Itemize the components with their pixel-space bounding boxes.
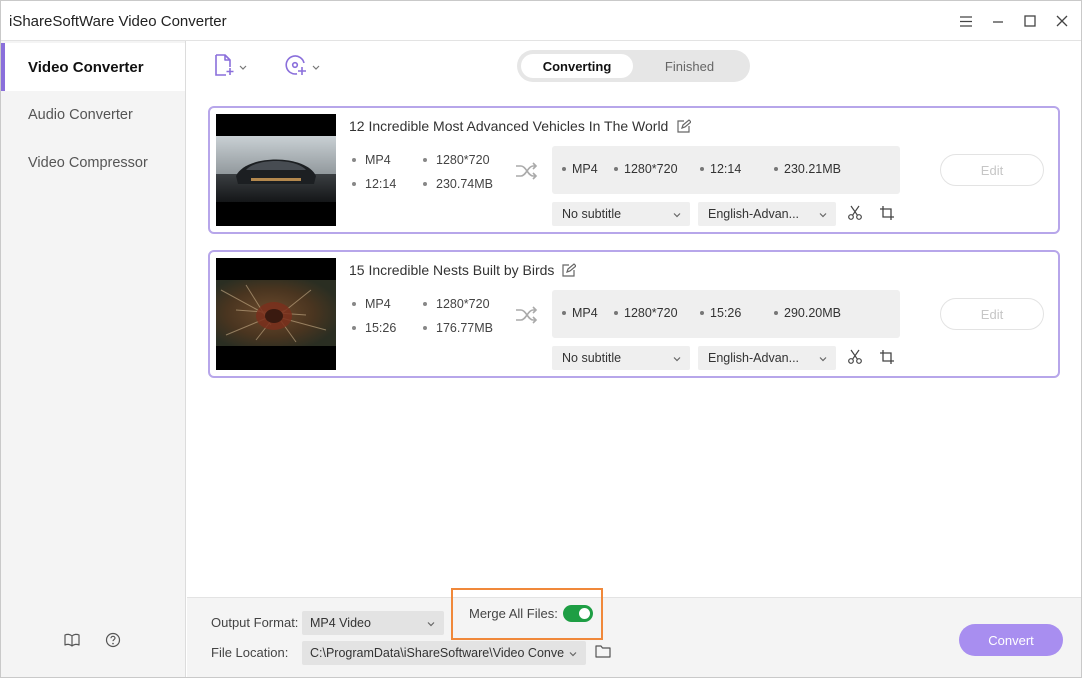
output-settings[interactable]: MP4 1280*720 15:26 290.20MB xyxy=(552,290,900,338)
add-file-icon xyxy=(213,53,235,80)
app-title: iShareSoftWare Video Converter xyxy=(9,13,227,30)
target-size: 290.20MB xyxy=(774,306,841,320)
target-duration: 15:26 xyxy=(700,306,741,320)
trim-icon[interactable] xyxy=(847,349,865,367)
shuffle-icon xyxy=(515,305,539,325)
title-bar: iShareSoftWare Video Converter xyxy=(1,1,1081,41)
video-thumbnail xyxy=(216,114,336,226)
trim-icon[interactable] xyxy=(847,205,865,223)
audio-track-select[interactable]: English-Advan... xyxy=(698,346,836,370)
target-resolution: 1280*720 xyxy=(614,162,678,176)
chevron-down-icon xyxy=(426,618,436,628)
file-item[interactable]: 12 Incredible Most Advanced Vehicles In … xyxy=(208,106,1060,234)
source-format: MP4 xyxy=(352,297,391,311)
rename-icon[interactable] xyxy=(676,119,692,135)
source-resolution: 1280*720 xyxy=(423,153,490,167)
edit-button[interactable]: Edit xyxy=(940,298,1044,330)
sidebar-item-audio-converter[interactable]: Audio Converter xyxy=(1,91,185,139)
chevron-down-icon xyxy=(818,209,828,219)
file-location-value: C:\ProgramData\iShareSoftware\Video Conv… xyxy=(310,646,565,660)
app-window: iShareSoftWare Video Converter Video Con… xyxy=(0,0,1082,678)
folder-icon[interactable] xyxy=(595,644,613,660)
source-format: MP4 xyxy=(352,153,391,167)
output-format-value: MP4 Video xyxy=(310,616,371,630)
rename-icon[interactable] xyxy=(561,263,577,279)
add-file-button[interactable] xyxy=(213,53,247,79)
add-disc-icon xyxy=(284,53,308,80)
main-panel: Converting Finished 12 Incredible Most A… xyxy=(187,41,1081,597)
merge-label: Merge All Files: xyxy=(469,606,558,621)
tab-converting[interactable]: Converting xyxy=(521,54,633,78)
minimize-icon[interactable] xyxy=(988,11,1008,31)
sidebar-item-video-compressor[interactable]: Video Compressor xyxy=(1,139,185,187)
add-disc-button[interactable] xyxy=(284,53,320,79)
video-thumbnail xyxy=(216,258,336,370)
source-size: 176.77MB xyxy=(423,321,493,335)
tab-finished[interactable]: Finished xyxy=(633,54,746,78)
subtitle-select[interactable]: No subtitle xyxy=(552,202,690,226)
target-format: MP4 xyxy=(562,306,598,320)
tab-switcher: Converting Finished xyxy=(517,50,750,82)
crop-icon[interactable] xyxy=(879,349,897,367)
footer-bar: Output Format: MP4 Video Merge All Files… xyxy=(187,588,1081,677)
chevron-down-icon xyxy=(672,353,682,363)
chevron-down-icon xyxy=(672,209,682,219)
book-icon[interactable] xyxy=(63,631,81,649)
file-title: 15 Incredible Nests Built by Birds xyxy=(349,262,555,278)
output-format-label: Output Format: xyxy=(211,615,299,630)
sidebar: Video Converter Audio Converter Video Co… xyxy=(1,41,186,677)
audio-track-value: English-Advan... xyxy=(708,207,800,221)
source-duration: 12:14 xyxy=(352,177,396,191)
convert-button[interactable]: Convert xyxy=(959,624,1063,656)
chevron-down-icon xyxy=(239,59,247,74)
help-icon[interactable] xyxy=(104,631,122,649)
target-resolution: 1280*720 xyxy=(614,306,678,320)
output-settings[interactable]: MP4 1280*720 12:14 230.21MB xyxy=(552,146,900,194)
subtitle-value: No subtitle xyxy=(562,207,622,221)
chevron-down-icon xyxy=(568,648,578,658)
output-format-select[interactable]: MP4 Video xyxy=(302,611,444,635)
file-location-label: File Location: xyxy=(211,645,289,660)
chevron-down-icon xyxy=(818,353,828,363)
audio-track-value: English-Advan... xyxy=(708,351,800,365)
shuffle-icon xyxy=(515,161,539,181)
merge-highlight: Merge All Files: xyxy=(451,588,603,640)
crop-icon[interactable] xyxy=(879,205,897,223)
sidebar-item-label: Audio Converter xyxy=(28,107,133,123)
file-location-select[interactable]: C:\ProgramData\iShareSoftware\Video Conv… xyxy=(302,641,586,665)
maximize-icon[interactable] xyxy=(1020,11,1040,31)
source-duration: 15:26 xyxy=(352,321,396,335)
close-icon[interactable] xyxy=(1052,11,1072,31)
target-format: MP4 xyxy=(562,162,598,176)
target-size: 230.21MB xyxy=(774,162,841,176)
audio-track-select[interactable]: English-Advan... xyxy=(698,202,836,226)
chevron-down-icon xyxy=(312,59,320,74)
source-resolution: 1280*720 xyxy=(423,297,490,311)
subtitle-value: No subtitle xyxy=(562,351,622,365)
file-title: 12 Incredible Most Advanced Vehicles In … xyxy=(349,118,669,134)
file-item[interactable]: 15 Incredible Nests Built by Birds MP4 1… xyxy=(208,250,1060,378)
subtitle-select[interactable]: No subtitle xyxy=(552,346,690,370)
source-size: 230.74MB xyxy=(423,177,493,191)
sidebar-item-video-converter[interactable]: Video Converter xyxy=(1,43,185,91)
merge-toggle[interactable] xyxy=(563,605,593,622)
target-duration: 12:14 xyxy=(700,162,741,176)
menu-icon[interactable] xyxy=(956,11,976,31)
sidebar-item-label: Video Converter xyxy=(28,58,144,76)
sidebar-item-label: Video Compressor xyxy=(28,155,148,171)
edit-button[interactable]: Edit xyxy=(940,154,1044,186)
